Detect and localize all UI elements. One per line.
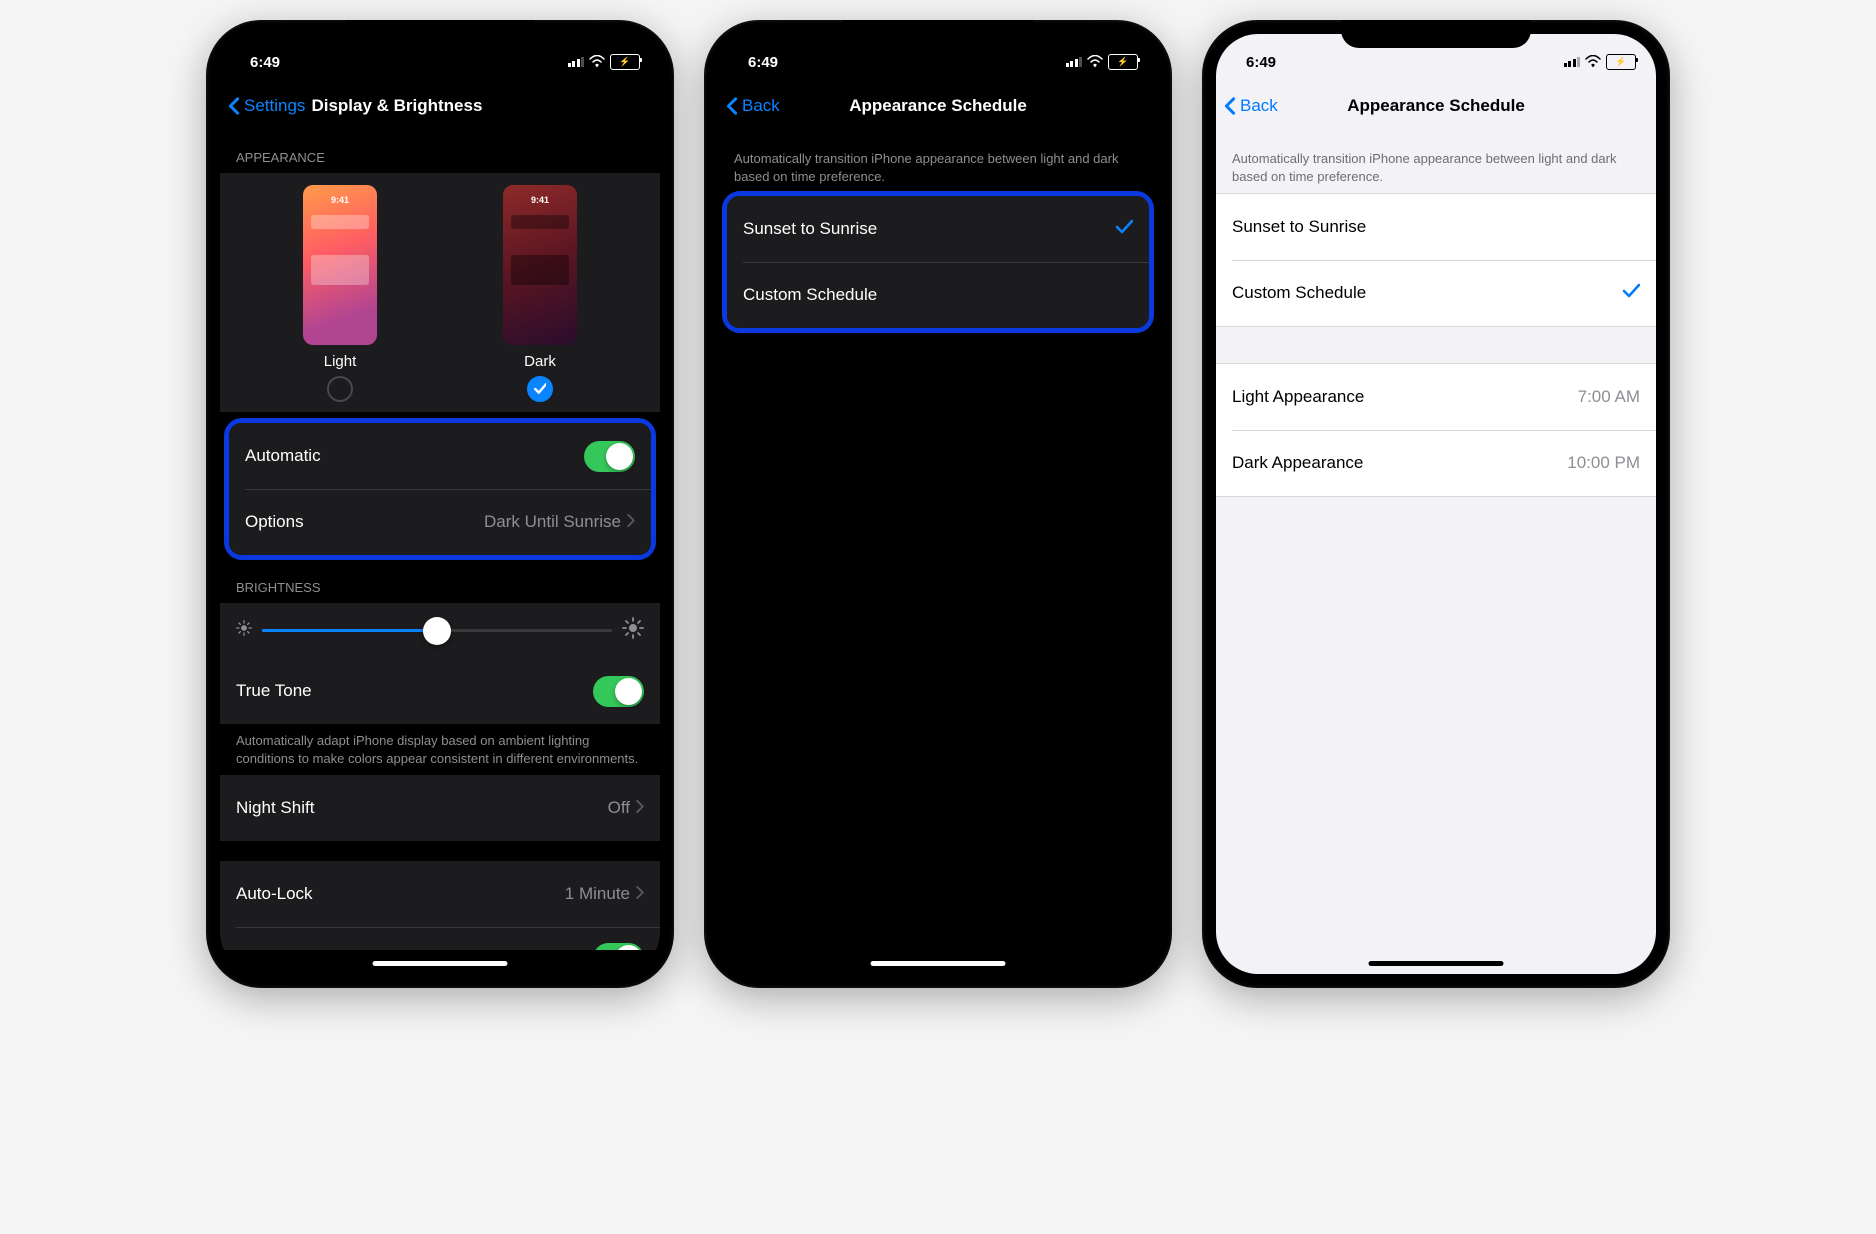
light-appearance-label: Light Appearance [1232, 387, 1364, 407]
brightness-header: BRIGHTNESS [220, 558, 660, 603]
schedule-intro: Automatically transition iPhone appearan… [718, 128, 1158, 193]
light-radio[interactable] [327, 376, 353, 402]
highlight-schedule: Sunset to Sunrise Custom Schedule [722, 191, 1154, 333]
light-appearance-time: 7:00 AM [1578, 387, 1640, 407]
page-title: Display & Brightness [311, 96, 482, 116]
appearance-dark-option[interactable]: 9:41 Dark [503, 185, 577, 402]
page-title: Appearance Schedule [1216, 96, 1656, 116]
nightshift-row[interactable]: Night Shift Off [220, 775, 660, 841]
partial-toggle[interactable] [593, 943, 644, 950]
schedule-intro: Automatically transition iPhone appearan… [1216, 128, 1656, 193]
custom-schedule-row[interactable]: Custom Schedule [1216, 260, 1656, 326]
light-preview-thumb: 9:41 [303, 185, 377, 345]
home-indicator[interactable] [373, 961, 508, 966]
custom-schedule-row[interactable]: Custom Schedule [727, 262, 1149, 328]
brightness-slider-row [220, 603, 660, 658]
highlight-automatic: Automatic Options Dark Until Sunrise [224, 418, 656, 560]
light-label: Light [303, 353, 377, 370]
chevron-right-icon [636, 884, 644, 904]
checkmark-icon [1622, 282, 1640, 305]
status-time: 6:49 [1236, 54, 1276, 71]
chevron-left-icon [228, 96, 240, 116]
custom-label: Custom Schedule [743, 285, 877, 305]
back-label: Back [1240, 96, 1278, 116]
cellular-icon [1066, 57, 1083, 67]
truetone-row[interactable]: True Tone [220, 658, 660, 724]
back-button[interactable]: Back [726, 96, 780, 116]
sunset-label: Sunset to Sunrise [743, 219, 877, 239]
back-label: Settings [244, 96, 305, 116]
truetone-footer: Automatically adapt iPhone display based… [220, 724, 660, 775]
status-time: 6:49 [738, 54, 778, 71]
battery-icon: ⚡ [1606, 54, 1636, 70]
back-label: Back [742, 96, 780, 116]
notch [843, 20, 1033, 48]
autolock-label: Auto-Lock [236, 884, 313, 904]
chevron-right-icon [627, 512, 635, 532]
nav-bar: Settings Display & Brightness [220, 84, 660, 128]
brightness-slider[interactable] [262, 629, 612, 632]
custom-label: Custom Schedule [1232, 283, 1366, 303]
home-indicator[interactable] [871, 961, 1006, 966]
phone-appearance-schedule-light: 6:49 ⚡ Back Appearance Schedule Automati… [1202, 20, 1670, 988]
battery-icon: ⚡ [1108, 54, 1138, 70]
appearance-header: APPEARANCE [220, 128, 660, 173]
chevron-left-icon [1224, 96, 1236, 116]
autolock-value: 1 Minute [565, 884, 630, 904]
light-appearance-row[interactable]: Light Appearance 7:00 AM [1216, 364, 1656, 430]
battery-icon: ⚡ [610, 54, 640, 70]
nightshift-value: Off [608, 798, 630, 818]
automatic-label: Automatic [245, 446, 321, 466]
sunset-to-sunrise-row[interactable]: Sunset to Sunrise [727, 196, 1149, 262]
wifi-icon [1087, 54, 1103, 71]
back-button[interactable]: Settings [228, 96, 305, 116]
sunset-to-sunrise-row[interactable]: Sunset to Sunrise [1216, 194, 1656, 260]
options-label: Options [245, 512, 304, 532]
chevron-right-icon [636, 798, 644, 818]
phone-display-brightness: 6:49 ⚡ Settings Display & Brightness APP… [206, 20, 674, 988]
wifi-icon [589, 54, 605, 71]
truetone-toggle[interactable] [593, 676, 644, 707]
checkmark-icon [1115, 218, 1133, 241]
nav-bar: Back Appearance Schedule [718, 84, 1158, 128]
notch [345, 20, 535, 48]
sun-large-icon [622, 617, 644, 644]
automatic-row[interactable]: Automatic [229, 423, 651, 489]
dark-appearance-time: 10:00 PM [1567, 453, 1640, 473]
partial-row[interactable] [220, 927, 660, 950]
dark-appearance-row[interactable]: Dark Appearance 10:00 PM [1216, 430, 1656, 496]
appearance-light-option[interactable]: 9:41 Light [303, 185, 377, 402]
automatic-toggle[interactable] [584, 441, 635, 472]
nightshift-label: Night Shift [236, 798, 314, 818]
dark-radio[interactable] [527, 376, 553, 402]
home-indicator[interactable] [1369, 961, 1504, 966]
options-value: Dark Until Sunrise [484, 512, 621, 532]
notch [1341, 20, 1531, 48]
status-time: 6:49 [240, 54, 280, 71]
nav-bar: Back Appearance Schedule [1216, 84, 1656, 128]
sun-small-icon [236, 620, 252, 641]
cellular-icon [568, 57, 585, 67]
options-row[interactable]: Options Dark Until Sunrise [229, 489, 651, 555]
page-title: Appearance Schedule [718, 96, 1158, 116]
dark-preview-thumb: 9:41 [503, 185, 577, 345]
dark-appearance-label: Dark Appearance [1232, 453, 1363, 473]
cellular-icon [1564, 57, 1581, 67]
truetone-label: True Tone [236, 681, 312, 701]
sunset-label: Sunset to Sunrise [1232, 217, 1366, 237]
phone-appearance-schedule-dark: 6:49 ⚡ Back Appearance Schedule Automati… [704, 20, 1172, 988]
chevron-left-icon [726, 96, 738, 116]
wifi-icon [1585, 54, 1601, 71]
back-button[interactable]: Back [1224, 96, 1278, 116]
autolock-row[interactable]: Auto-Lock 1 Minute [220, 861, 660, 927]
dark-label: Dark [503, 353, 577, 370]
